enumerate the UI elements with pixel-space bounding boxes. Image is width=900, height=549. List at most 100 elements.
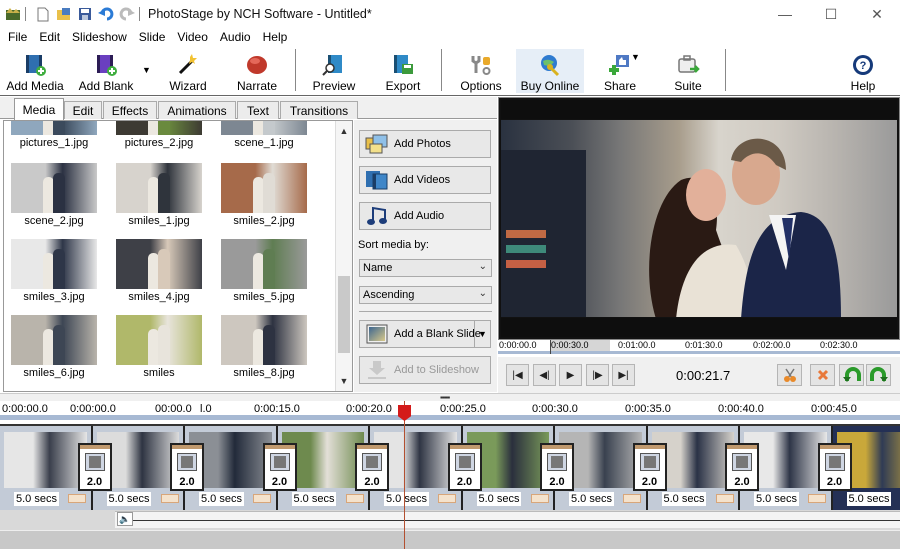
slide-effects-icon[interactable] — [68, 494, 86, 503]
export-button[interactable]: Export — [378, 49, 428, 93]
slide-effects-icon[interactable] — [160, 494, 179, 503]
slide-duration[interactable]: 5.0 secs — [754, 492, 799, 506]
media-item[interactable]: smiles_8.jpg — [221, 315, 307, 379]
slide-effects-icon[interactable] — [623, 494, 641, 503]
go-to-end-icon[interactable]: ▶| — [612, 364, 635, 386]
slide-effects-icon[interactable] — [345, 494, 364, 503]
timeline-ruler[interactable]: 0:00:00.0 0:00:00.0 00:00.0 l.0 0:00:15.… — [0, 401, 900, 420]
rotate-right-icon[interactable] — [866, 364, 891, 386]
add-blank-button[interactable]: Add Blank — [76, 49, 136, 93]
slide-effects-icon[interactable] — [438, 494, 456, 503]
preview-scrub-ruler[interactable]: 0:00:00.0 0:00:30.0 0:01:00.0 0:01:30.0 … — [498, 340, 900, 354]
menu-slide[interactable]: Slide — [133, 30, 172, 44]
media-item[interactable]: smiles_6.jpg — [11, 315, 97, 379]
media-item[interactable]: pictures_1.jpg — [11, 121, 97, 149]
go-to-start-icon[interactable]: |◀ — [506, 364, 529, 386]
previous-frame-icon[interactable]: ◀| — [533, 364, 556, 386]
transition-block[interactable]: 2.0 — [725, 443, 759, 491]
blank-slide-dropdown-icon[interactable]: ▼ — [474, 321, 490, 347]
maximize-button[interactable]: ☐ — [808, 0, 854, 28]
transition-block[interactable]: 2.0 — [170, 443, 204, 491]
tab-effects[interactable]: Effects — [103, 101, 157, 119]
menu-help[interactable]: Help — [257, 30, 294, 44]
rotate-left-icon[interactable] — [839, 364, 864, 386]
save-icon[interactable] — [77, 6, 93, 22]
transition-block[interactable]: 2.0 — [447, 443, 482, 491]
scroll-up-icon[interactable]: ▲ — [336, 123, 352, 139]
media-item[interactable]: scene_1.jpg — [221, 121, 307, 149]
play-icon[interactable]: ▶ — [559, 364, 582, 386]
close-button[interactable]: ✕ — [854, 0, 900, 28]
transition-block[interactable]: 2.0 — [540, 443, 574, 491]
slide-effects-icon[interactable] — [715, 494, 734, 503]
help-button[interactable]: ? Help — [845, 49, 881, 93]
media-item[interactable]: smiles_4.jpg — [116, 239, 202, 303]
undo-icon[interactable] — [98, 6, 114, 22]
tab-animations[interactable]: Animations — [158, 101, 236, 119]
tab-text[interactable]: Text — [237, 101, 279, 119]
slide-effects-icon[interactable] — [808, 494, 826, 503]
transition-block[interactable]: 2.0 — [77, 443, 112, 491]
add-audio-button[interactable]: Add Audio — [359, 202, 491, 230]
add-blank-dropdown-icon[interactable]: ▼ — [142, 65, 151, 75]
split-scissors-icon[interactable] — [777, 364, 802, 386]
media-item[interactable]: smiles_5.jpg — [221, 239, 307, 303]
media-item[interactable]: smiles_1.jpg — [116, 163, 202, 227]
menu-edit[interactable]: Edit — [33, 30, 66, 44]
slide-duration[interactable]: 5.0 secs — [846, 492, 892, 506]
add-photos-button[interactable]: Add Photos — [359, 130, 491, 158]
slide-effects-icon[interactable] — [530, 494, 549, 503]
add-to-slideshow-button[interactable]: Add to Slideshow — [359, 356, 491, 384]
menu-audio[interactable]: Audio — [214, 30, 257, 44]
minimize-button[interactable]: — — [762, 0, 808, 28]
slide-duration[interactable]: 5.0 secs — [661, 492, 707, 506]
suite-button[interactable]: Suite — [668, 49, 708, 93]
sort-by-select[interactable]: Name ⌄ — [359, 259, 492, 277]
new-icon[interactable] — [35, 6, 51, 22]
tab-media[interactable]: Media — [14, 98, 64, 120]
add-blank-slide-button[interactable]: Add a Blank Slide ▼ — [359, 320, 491, 348]
slide-duration[interactable]: 5.0 secs — [384, 492, 429, 506]
slide-effects-icon[interactable] — [253, 494, 271, 503]
wizard-button[interactable]: Wizard — [162, 49, 214, 93]
media-item[interactable]: smiles_2.jpg — [221, 163, 307, 227]
share-dropdown-icon[interactable]: ▼ — [631, 52, 640, 62]
add-media-button[interactable]: Add Media — [4, 49, 66, 93]
slide-duration[interactable]: 5.0 secs — [14, 492, 59, 506]
transition-block[interactable]: 2.0 — [355, 443, 389, 491]
audio-clip[interactable] — [115, 511, 900, 528]
media-scrollbar[interactable]: ▲ ▼ — [335, 121, 352, 391]
slide-duration[interactable]: 5.0 secs — [199, 492, 244, 506]
media-item[interactable]: scene_2.jpg — [11, 163, 97, 227]
add-videos-button[interactable]: Add Videos — [359, 166, 491, 194]
transition-block[interactable]: 2.0 — [817, 443, 852, 491]
redo-icon[interactable] — [119, 6, 135, 22]
slide-duration[interactable]: 5.0 secs — [106, 492, 152, 506]
tab-transitions[interactable]: Transitions — [280, 101, 358, 119]
speaker-icon[interactable]: 🔈 — [117, 512, 133, 526]
options-button[interactable]: Options — [455, 49, 507, 93]
panel-splitter[interactable]: ▪▪▪▪▪ — [0, 393, 900, 402]
scroll-down-icon[interactable]: ▼ — [336, 373, 352, 389]
scrollbar-thumb[interactable] — [338, 276, 350, 353]
media-item[interactable]: smiles — [116, 315, 202, 379]
slide-duration[interactable]: 5.0 secs — [569, 492, 614, 506]
transition-block[interactable]: 2.0 — [632, 443, 667, 491]
next-frame-icon[interactable]: |▶ — [586, 364, 609, 386]
menu-file[interactable]: File — [0, 30, 33, 44]
menu-slideshow[interactable]: Slideshow — [66, 30, 133, 44]
transition-block[interactable]: 2.0 — [262, 443, 297, 491]
grip-icon[interactable]: ▪▪▪▪▪ — [440, 394, 450, 402]
tab-edit[interactable]: Edit — [64, 101, 102, 119]
sort-order-select[interactable]: Ascending ⌄ — [359, 286, 492, 304]
slide-duration[interactable]: 5.0 secs — [291, 492, 337, 506]
menu-video[interactable]: Video — [171, 30, 213, 44]
delete-icon[interactable] — [810, 364, 835, 386]
open-icon[interactable] — [56, 6, 72, 22]
media-item[interactable]: smiles_3.jpg — [11, 239, 97, 303]
slide-duration[interactable]: 5.0 secs — [476, 492, 522, 506]
preview-button[interactable]: Preview — [308, 49, 360, 93]
buy-online-button[interactable]: Buy Online — [516, 49, 584, 93]
narrate-button[interactable]: Narrate — [230, 49, 284, 93]
media-item[interactable]: pictures_2.jpg — [116, 121, 202, 149]
